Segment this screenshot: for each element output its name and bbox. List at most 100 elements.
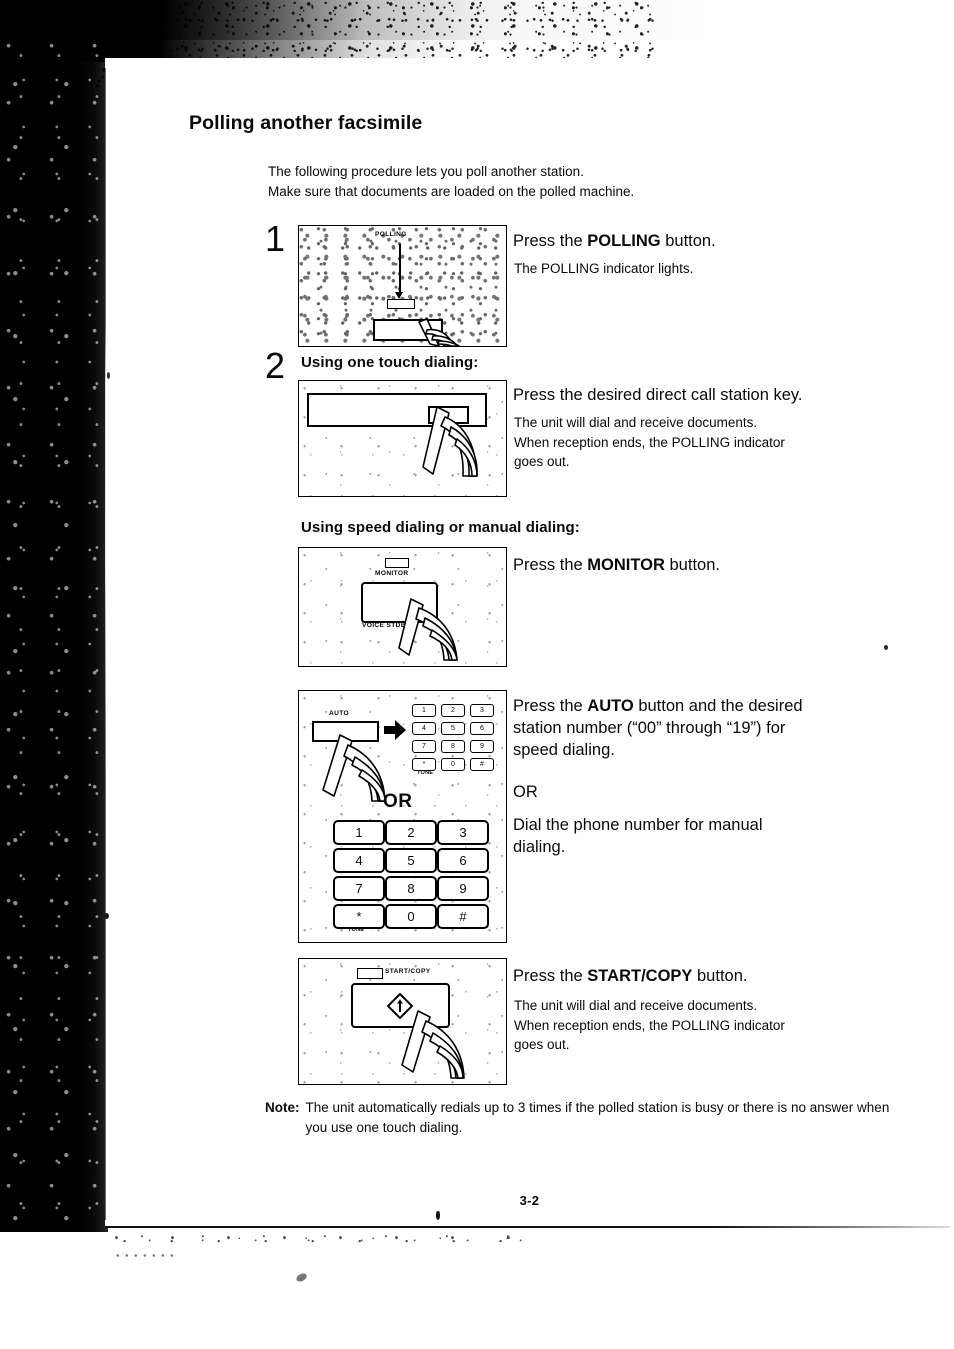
step2-detail-line-3: goes out. bbox=[514, 454, 570, 469]
note-line-1: The unit automatically redials up to 3 t… bbox=[305, 1100, 774, 1115]
tone-label: TONE bbox=[348, 927, 365, 933]
manual-dialing-text: Dial the phone number for manual dialing… bbox=[513, 814, 933, 858]
illustration-one-touch-panel bbox=[298, 380, 507, 497]
step1-lead-bold: POLLING bbox=[587, 232, 661, 250]
step2-detail-line-1: The unit will dial and receive documents… bbox=[514, 415, 758, 430]
step1-lead-text: Press the POLLING button. bbox=[513, 230, 913, 252]
scan-artifact-mark bbox=[436, 1211, 440, 1220]
scan-artifact-mark bbox=[104, 913, 109, 919]
auto-button[interactable] bbox=[312, 721, 379, 742]
monitor-lead-after: button. bbox=[664, 556, 720, 574]
polling-button[interactable] bbox=[373, 319, 443, 341]
intro-paragraph: The following procedure lets you poll an… bbox=[268, 162, 908, 201]
scan-border-top-fade bbox=[0, 0, 760, 40]
small-key-3[interactable]: 3 bbox=[470, 704, 494, 717]
key-2[interactable]: 2 bbox=[385, 820, 437, 845]
small-key-8[interactable]: 8 bbox=[441, 740, 465, 753]
polling-led bbox=[387, 299, 415, 309]
start-copy-detail-line-3: goes out. bbox=[514, 1037, 570, 1052]
page-bottom-edge bbox=[105, 1226, 950, 1228]
key-1[interactable]: 1 bbox=[333, 820, 385, 845]
key-7[interactable]: 7 bbox=[333, 876, 385, 901]
monitor-lead-text: Press the MONITOR button. bbox=[513, 554, 933, 576]
leader-arrowhead bbox=[395, 292, 403, 299]
step-number-2: 2 bbox=[265, 345, 286, 386]
step1-detail-line-1: The POLLING indicator lights. bbox=[514, 261, 694, 276]
scan-artifact-mark bbox=[295, 1271, 308, 1284]
small-key-hash[interactable]: # bbox=[470, 758, 494, 771]
small-key-5[interactable]: 5 bbox=[441, 722, 465, 735]
key-asterisk[interactable]: * bbox=[333, 904, 385, 929]
start-copy-lead-before: Press the bbox=[513, 967, 588, 985]
start-diamond-icon bbox=[387, 993, 413, 1019]
monitor-lead-before: Press the bbox=[513, 556, 588, 574]
direct-call-station-key[interactable] bbox=[428, 406, 469, 424]
step1-lead-after: button. bbox=[660, 232, 716, 250]
auto-lead-before: Press the bbox=[513, 697, 588, 715]
start-copy-lead-after: button. bbox=[692, 967, 748, 985]
step1-lead-before: Press the bbox=[513, 232, 588, 250]
monitor-led bbox=[385, 558, 409, 568]
start-copy-button[interactable] bbox=[351, 983, 450, 1028]
illustration-auto-keypad-panel: AUTO 1 2 3 4 5 6 7 8 9 * 0 # TONE OR 1 2… bbox=[298, 690, 507, 943]
start-copy-lead-bold: START/COPY bbox=[587, 967, 693, 985]
page-bottom-smudge bbox=[112, 1232, 532, 1246]
or-separator-label: OR bbox=[383, 791, 413, 812]
step-number-1: 1 bbox=[265, 218, 286, 259]
auto-lead-after: button and the desired bbox=[633, 697, 803, 715]
small-key-7[interactable]: 7 bbox=[412, 740, 436, 753]
start-copy-detail-line-1: The unit will dial and receive documents… bbox=[514, 998, 758, 1013]
auto-lead-text: Press the AUTO button and the desired st… bbox=[513, 695, 933, 761]
voice-standby-label: VOICE STDB bbox=[362, 622, 406, 629]
start-copy-detail-line-2: When reception ends, the POLLING indicat… bbox=[514, 1017, 785, 1033]
scan-border-left bbox=[0, 0, 108, 1232]
start-copy-led bbox=[357, 968, 383, 979]
monitor-button[interactable] bbox=[361, 582, 438, 623]
subheading-one-touch-dialing: Using one touch dialing: bbox=[301, 354, 479, 371]
note-label: Note: bbox=[265, 1100, 300, 1115]
small-key-4[interactable]: 4 bbox=[412, 722, 436, 735]
step2-detail-line-2: When reception ends, the POLLING indicat… bbox=[514, 434, 785, 450]
scan-artifact-mark bbox=[884, 645, 888, 650]
manual-dialing-line-2: dialing. bbox=[513, 838, 566, 856]
small-key-0[interactable]: 0 bbox=[441, 758, 465, 771]
small-key-9[interactable]: 9 bbox=[470, 740, 494, 753]
leader-line bbox=[399, 244, 401, 296]
intro-line-1: The following procedure lets you poll an… bbox=[268, 164, 584, 179]
key-4[interactable]: 4 bbox=[333, 848, 385, 873]
step1-detail-text: The POLLING indicator lights. bbox=[514, 259, 914, 279]
manual-page: Polling another facsimile The following … bbox=[105, 58, 954, 1228]
monitor-label: MONITOR bbox=[375, 570, 409, 577]
auto-lead-line-1: Press the AUTO button and the desired bbox=[513, 695, 933, 717]
start-copy-label: START/COPY bbox=[385, 968, 431, 975]
manual-dialing-line-1: Dial the phone number for manual bbox=[513, 816, 763, 834]
key-9[interactable]: 9 bbox=[437, 876, 489, 901]
auto-or-text: OR bbox=[513, 783, 538, 801]
key-3[interactable]: 3 bbox=[437, 820, 489, 845]
arrow-right-icon bbox=[384, 720, 406, 740]
small-key-2[interactable]: 2 bbox=[441, 704, 465, 717]
small-key-1[interactable]: 1 bbox=[412, 704, 436, 717]
scan-artifact-mark bbox=[107, 372, 110, 379]
key-8[interactable]: 8 bbox=[385, 876, 437, 901]
small-key-6[interactable]: 6 bbox=[470, 722, 494, 735]
key-0[interactable]: 0 bbox=[385, 904, 437, 929]
step2-lead-text: Press the desired direct call station ke… bbox=[513, 386, 803, 404]
monitor-lead-bold: MONITOR bbox=[587, 556, 665, 574]
page-number: 3-2 bbox=[519, 1193, 540, 1208]
note-block: Note: The unit automatically redials up t… bbox=[265, 1098, 930, 1137]
key-hash[interactable]: # bbox=[437, 904, 489, 929]
illustration-polling-panel: POLLING bbox=[298, 225, 507, 347]
auto-lead-line-3: speed dialing. bbox=[513, 741, 615, 759]
intro-line-2: Make sure that documents are loaded on t… bbox=[268, 183, 635, 199]
key-5[interactable]: 5 bbox=[385, 848, 437, 873]
key-6[interactable]: 6 bbox=[437, 848, 489, 873]
page-content: Polling another facsimile The following … bbox=[105, 58, 954, 1228]
polling-indicator-label: POLLING bbox=[375, 231, 407, 238]
subheading-speed-dialing: Using speed dialing or manual dialing: bbox=[301, 519, 580, 536]
step2-detail-text: The unit will dial and receive documents… bbox=[514, 413, 934, 472]
illustration-start-copy-panel: START/COPY bbox=[298, 958, 507, 1085]
note-body: The unit automatically redials up to 3 t… bbox=[306, 1098, 914, 1137]
auto-lead-line-2: station number (“00” through “19”) for bbox=[513, 719, 786, 737]
page-title: Polling another facsimile bbox=[189, 112, 423, 134]
